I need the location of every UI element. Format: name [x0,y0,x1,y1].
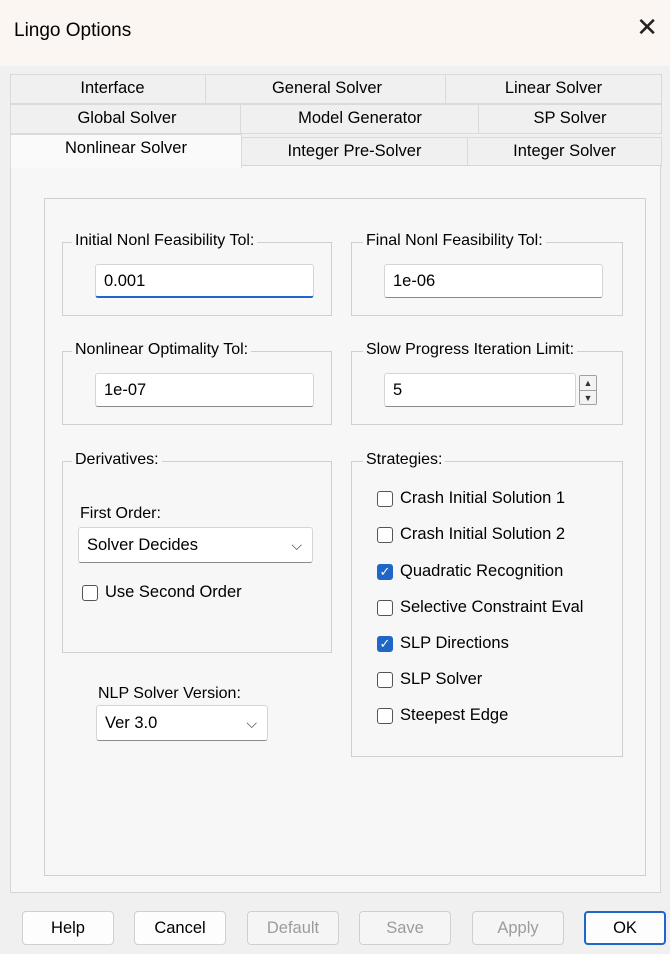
strategy-checkbox-slp-directions[interactable]: ✓ SLP Directions [377,634,509,653]
ok-button[interactable]: OK [584,911,666,945]
tab-general-solver[interactable]: General Solver [205,74,449,104]
slow-progress-spinner[interactable]: ▲ ▼ [579,375,597,405]
default-button[interactable]: Default [247,911,339,945]
tab-global-solver[interactable]: Global Solver [10,104,244,134]
first-order-select[interactable]: Solver Decides ⌵ [78,527,313,563]
chevron-down-icon: ⌵ [246,715,257,731]
help-button[interactable]: Help [22,911,114,945]
initial-feasibility-input[interactable]: 0.001 [95,264,314,298]
strategy-checkbox-quadratic[interactable]: ✓ Quadratic Recognition [377,562,563,581]
checkbox-box[interactable] [377,490,393,507]
strategy-label: SLP Solver [400,670,483,688]
title-bar: Lingo Options ✕ [0,0,670,66]
check-icon[interactable]: ✓ [377,635,393,652]
tab-linear-solver[interactable]: Linear Solver [445,74,662,104]
derivatives-label: Derivatives: [72,451,162,469]
strategy-label: Crash Initial Solution 1 [400,489,566,507]
strategy-checkbox-crash-1[interactable]: Crash Initial Solution 1 [377,489,565,508]
strategy-checkbox-selective-constraint[interactable]: Selective Constraint Eval [377,598,583,617]
strategy-checkbox-crash-2[interactable]: Crash Initial Solution 2 [377,525,565,544]
checkbox-box[interactable] [377,707,393,724]
tab-nonlinear-solver[interactable]: Nonlinear Solver [10,134,242,168]
slow-progress-input[interactable]: 5 [384,373,576,407]
checkbox-box[interactable] [82,584,98,601]
use-second-order-label: Use Second Order [105,583,242,601]
optimality-label: Nonlinear Optimality Tol: [72,341,252,359]
strategy-label: Selective Constraint Eval [400,598,584,616]
checkbox-box[interactable] [377,599,393,616]
strategy-checkbox-steepest-edge[interactable]: Steepest Edge [377,706,508,725]
close-icon[interactable]: ✕ [636,14,658,40]
nlp-version-select[interactable]: Ver 3.0 ⌵ [96,705,268,741]
final-feasibility-input[interactable]: 1e-06 [384,264,603,298]
tab-sp-solver[interactable]: SP Solver [478,104,662,134]
strategy-checkbox-slp-solver[interactable]: SLP Solver [377,670,482,689]
check-icon[interactable]: ✓ [377,563,393,580]
use-second-order-checkbox[interactable]: Use Second Order [82,583,242,602]
strategy-label: Steepest Edge [400,706,509,724]
strategy-label: Quadratic Recognition [400,562,564,580]
tab-integer-solver[interactable]: Integer Solver [467,137,662,167]
checkbox-box[interactable] [377,526,393,543]
tab-interface[interactable]: Interface [10,74,215,104]
save-button[interactable]: Save [359,911,451,945]
strategy-label: Crash Initial Solution 2 [400,525,566,543]
optimality-input[interactable]: 1e-07 [95,373,314,407]
first-order-label: First Order: [80,505,161,522]
slow-progress-label: Slow Progress Iteration Limit: [363,341,578,359]
window-title: Lingo Options [14,20,132,41]
first-order-value: Solver Decides [87,536,198,554]
checkbox-box[interactable] [377,671,393,688]
chevron-down-icon: ⌵ [291,537,302,553]
tab-model-generator[interactable]: Model Generator [240,104,480,134]
nlp-version-label: NLP Solver Version: [98,685,241,702]
nlp-version-value: Ver 3.0 [105,714,158,732]
final-feasibility-label: Final Nonl Feasibility Tol: [363,232,546,250]
spin-up-icon[interactable]: ▲ [580,376,596,390]
spin-down-icon[interactable]: ▼ [580,390,596,405]
apply-button[interactable]: Apply [472,911,564,945]
strategies-label: Strategies: [363,451,446,469]
initial-feasibility-label: Initial Nonl Feasibility Tol: [72,232,258,250]
strategy-label: SLP Directions [400,634,509,652]
tab-integer-pre-solver[interactable]: Integer Pre-Solver [240,137,469,167]
cancel-button[interactable]: Cancel [134,911,226,945]
